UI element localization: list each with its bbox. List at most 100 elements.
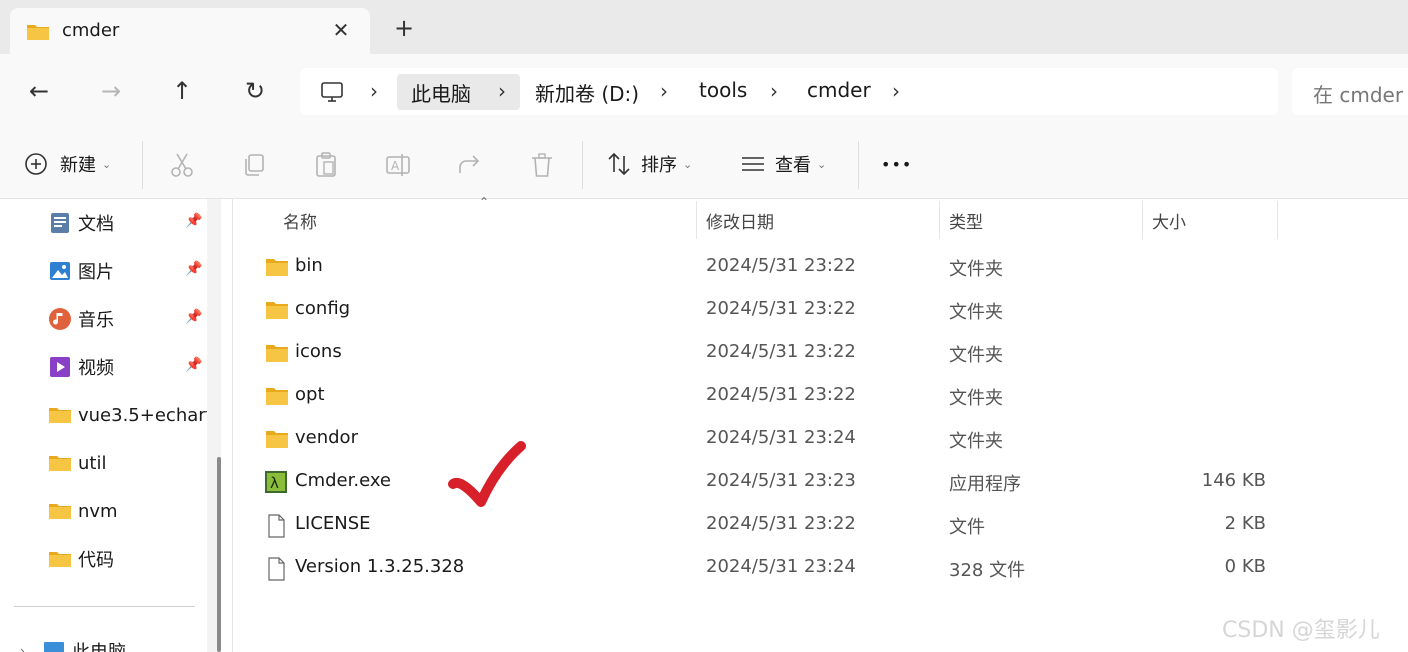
file-date: 2024/5/31 23:22 <box>706 384 856 405</box>
folder-icon <box>266 302 288 319</box>
chevron-right-icon[interactable]: › <box>20 644 42 652</box>
column-divider[interactable] <box>1142 201 1143 239</box>
folder-icon <box>27 25 49 40</box>
file-size: 0 KB <box>1224 556 1266 577</box>
breadcrumb-cmder[interactable]: cmder <box>807 78 871 102</box>
sidebar-item-this-pc[interactable]: › 此电脑 <box>20 636 190 652</box>
sidebar-item-vue-echarts[interactable]: vue3.5+echarts <box>48 400 218 430</box>
sidebar-item-nvm[interactable]: nvm <box>48 496 218 526</box>
sidebar-item-label: vue3.5+echarts <box>78 404 218 426</box>
view-list-icon <box>742 157 764 171</box>
folder-icon <box>266 259 288 276</box>
pin-icon[interactable]: 📌 <box>185 309 202 325</box>
file-name: Version 1.3.25.328 <box>295 556 465 577</box>
navigation-pane: 文档 📌 图片 📌 音乐 📌 视频 📌 vue3.5+echarts util … <box>0 199 225 652</box>
videos-icon <box>50 357 70 377</box>
table-row[interactable]: opt 2024/5/31 23:22 文件夹 <box>253 376 1283 416</box>
table-row[interactable]: λ Cmder.exe 2024/5/31 23:23 应用程序 146 KB <box>253 462 1283 502</box>
table-row[interactable]: Version 1.3.25.328 2024/5/31 23:24 328 文… <box>253 548 1283 588</box>
divider <box>858 141 859 189</box>
folder-icon <box>266 431 288 448</box>
column-divider[interactable] <box>1277 201 1278 239</box>
sidebar-item-code[interactable]: 代码 <box>48 544 218 574</box>
column-header-size[interactable]: 大小 <box>1152 208 1186 233</box>
file-name: Cmder.exe <box>295 470 392 491</box>
file-date: 2024/5/31 23:22 <box>706 341 856 362</box>
folder-icon <box>49 504 71 519</box>
table-row[interactable]: bin 2024/5/31 23:22 文件夹 <box>253 247 1283 287</box>
chevron-right-icon[interactable]: › <box>770 79 778 103</box>
file-size: 2 KB <box>1224 513 1266 534</box>
sidebar-item-label: util <box>78 452 107 474</box>
delete-icon[interactable] <box>528 151 556 179</box>
close-icon[interactable]: ✕ <box>328 17 354 43</box>
sort-label: 排序 <box>641 155 677 176</box>
pin-icon[interactable]: 📌 <box>185 213 202 229</box>
copy-icon[interactable] <box>240 151 268 179</box>
chevron-right-icon[interactable]: › <box>370 79 378 103</box>
back-button[interactable]: ← <box>22 74 56 108</box>
sort-button[interactable]: 排序 ⌄ <box>605 149 692 179</box>
file-date: 2024/5/31 23:22 <box>706 255 856 276</box>
breadcrumb-this-pc[interactable]: 此电脑 <box>411 78 471 107</box>
file-name: opt <box>295 384 325 405</box>
pin-icon[interactable]: 📌 <box>185 357 202 373</box>
breadcrumb-drive-d[interactable]: 新加卷 (D:) <box>535 78 639 107</box>
music-icon <box>49 308 71 330</box>
watermark: CSDN @玺影儿 <box>1222 618 1380 643</box>
sidebar-item-label: 音乐 <box>78 310 114 331</box>
share-icon[interactable] <box>456 151 484 179</box>
forward-button[interactable]: → <box>94 74 128 108</box>
chevron-right-icon[interactable]: › <box>892 79 900 103</box>
file-icon <box>268 514 285 538</box>
folder-icon <box>266 388 288 405</box>
chevron-down-icon: ⌄ <box>817 157 827 171</box>
command-bar: 新建 ⌄ A 排序 ⌄ 查看 ⌄ ••• <box>0 129 1408 199</box>
cut-icon[interactable] <box>168 151 196 179</box>
column-divider[interactable] <box>939 201 940 239</box>
sidebar-item-label: 图片 <box>78 262 114 283</box>
column-header-type[interactable]: 类型 <box>949 208 983 233</box>
svg-text:A: A <box>391 159 400 173</box>
table-row[interactable]: LICENSE 2024/5/31 23:22 文件 2 KB <box>253 505 1283 545</box>
pictures-icon <box>50 262 70 280</box>
new-tab-button[interactable]: + <box>390 14 418 42</box>
file-list: ⌃ 名称 修改日期 类型 大小 bin 2024/5/31 23:22 文件夹 … <box>233 195 1408 652</box>
pin-icon[interactable]: 📌 <box>185 261 202 277</box>
documents-icon <box>51 213 69 233</box>
column-divider[interactable] <box>696 201 697 239</box>
chevron-down-icon: ⌄ <box>102 157 112 171</box>
tab-title: cmder <box>62 20 120 41</box>
up-button[interactable]: ↑ <box>165 74 199 108</box>
column-header-modified[interactable]: 修改日期 <box>706 208 774 233</box>
chevron-right-icon[interactable]: › <box>498 79 506 103</box>
file-name: config <box>295 298 351 319</box>
column-header-name[interactable]: 名称 <box>283 208 317 233</box>
paste-icon[interactable] <box>312 151 340 179</box>
address-bar[interactable]: › 此电脑 › 新加卷 (D:) › tools › cmder › <box>300 68 1278 115</box>
sidebar-scrollbar-thumb[interactable] <box>217 457 221 652</box>
table-row[interactable]: icons 2024/5/31 23:22 文件夹 <box>253 333 1283 373</box>
file-name: icons <box>295 341 342 362</box>
chevron-right-icon[interactable]: › <box>660 79 668 103</box>
sidebar-item-label: 文档 <box>78 214 114 235</box>
divider <box>142 141 143 189</box>
search-box[interactable]: 在 cmder 中 <box>1292 68 1408 115</box>
rename-icon[interactable]: A <box>384 151 412 179</box>
table-row[interactable]: vendor 2024/5/31 23:24 文件夹 <box>253 419 1283 459</box>
more-options-button[interactable]: ••• <box>881 149 912 179</box>
tab-cmder[interactable]: cmder ✕ <box>10 8 370 54</box>
refresh-button[interactable]: ↻ <box>238 74 272 108</box>
sidebar-item-label: nvm <box>78 500 118 522</box>
new-button[interactable]: 新建 ⌄ <box>24 149 111 179</box>
table-row[interactable]: config 2024/5/31 23:22 文件夹 <box>253 290 1283 330</box>
search-placeholder: 在 cmder 中 <box>1313 83 1408 107</box>
file-type: 文件夹 <box>949 345 1003 366</box>
sidebar-item-util[interactable]: util <box>48 448 218 478</box>
view-label: 查看 <box>775 155 811 176</box>
file-name: LICENSE <box>295 513 371 534</box>
plus-circle-icon <box>25 153 47 175</box>
view-button[interactable]: 查看 ⌄ <box>739 149 826 179</box>
navigation-bar: ← → ↑ ↻ › 此电脑 › 新加卷 (D:) › tools › cmder… <box>0 54 1408 129</box>
breadcrumb-tools[interactable]: tools <box>699 78 747 102</box>
